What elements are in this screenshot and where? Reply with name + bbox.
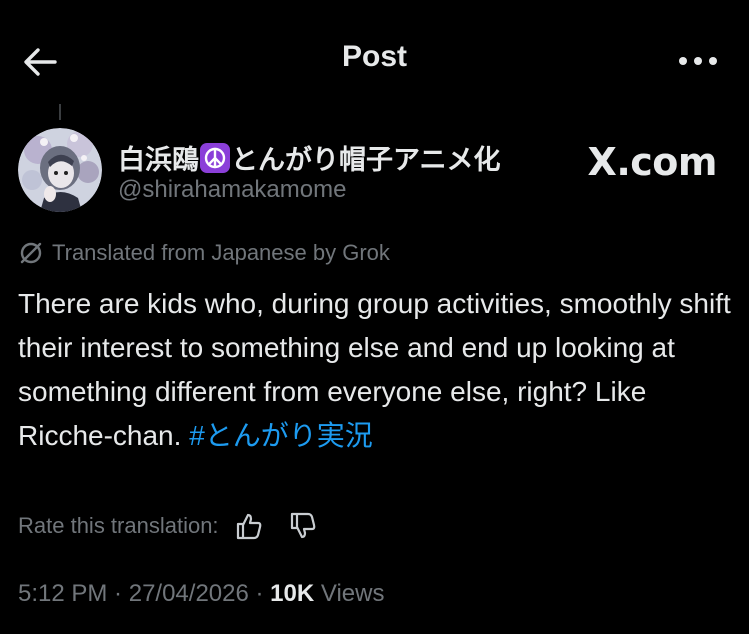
thumbs-up-button[interactable]	[233, 510, 265, 542]
post-date[interactable]: 27/04/2026	[129, 580, 249, 607]
views-label: Views	[320, 580, 385, 607]
peace-symbol-icon	[200, 142, 230, 173]
meta-separator-1: ·	[107, 580, 129, 607]
display-name-part2: とんがり帽子アニメ化	[231, 145, 501, 175]
translate-slash-icon	[20, 242, 42, 264]
more-horizontal-icon	[679, 57, 717, 65]
thumbs-down-button[interactable]	[287, 510, 319, 542]
translation-notice: Translated from Japanese by Grok	[18, 240, 390, 266]
views-count: 10K	[270, 580, 315, 607]
avatar[interactable]	[18, 128, 102, 212]
hashtag-link[interactable]: #とんがり実況	[189, 420, 373, 451]
rate-translation: Rate this translation:	[18, 510, 319, 542]
rate-label: Rate this translation:	[18, 513, 219, 538]
author-handle[interactable]: @shirahamakamome	[118, 176, 346, 204]
post-time[interactable]: 5:12 PM	[18, 580, 107, 607]
thumbs-up-icon	[236, 513, 261, 540]
page-title: Post	[341, 40, 407, 73]
meta-separator-2: ·	[248, 580, 271, 607]
more-options-button[interactable]	[675, 44, 721, 78]
post-body: There are kids who, during group activit…	[18, 288, 731, 451]
top-bar: Post	[0, 0, 749, 120]
site-watermark: X.com	[587, 140, 718, 184]
thread-connector	[59, 104, 61, 120]
thumbs-down-icon	[290, 512, 315, 539]
display-name-part1: 白浜鴎	[118, 145, 199, 175]
post-meta: 5:12 PM · 27/04/2026 · 10K Views	[18, 580, 384, 608]
author-display-name[interactable]: 白浜鴎 とんがり帽子アニメ化	[118, 138, 500, 177]
post-text: There are kids who, during group activit…	[18, 282, 733, 458]
avatar-illustration	[18, 128, 102, 212]
translation-notice-text: Translated from Japanese by Grok	[52, 240, 390, 265]
